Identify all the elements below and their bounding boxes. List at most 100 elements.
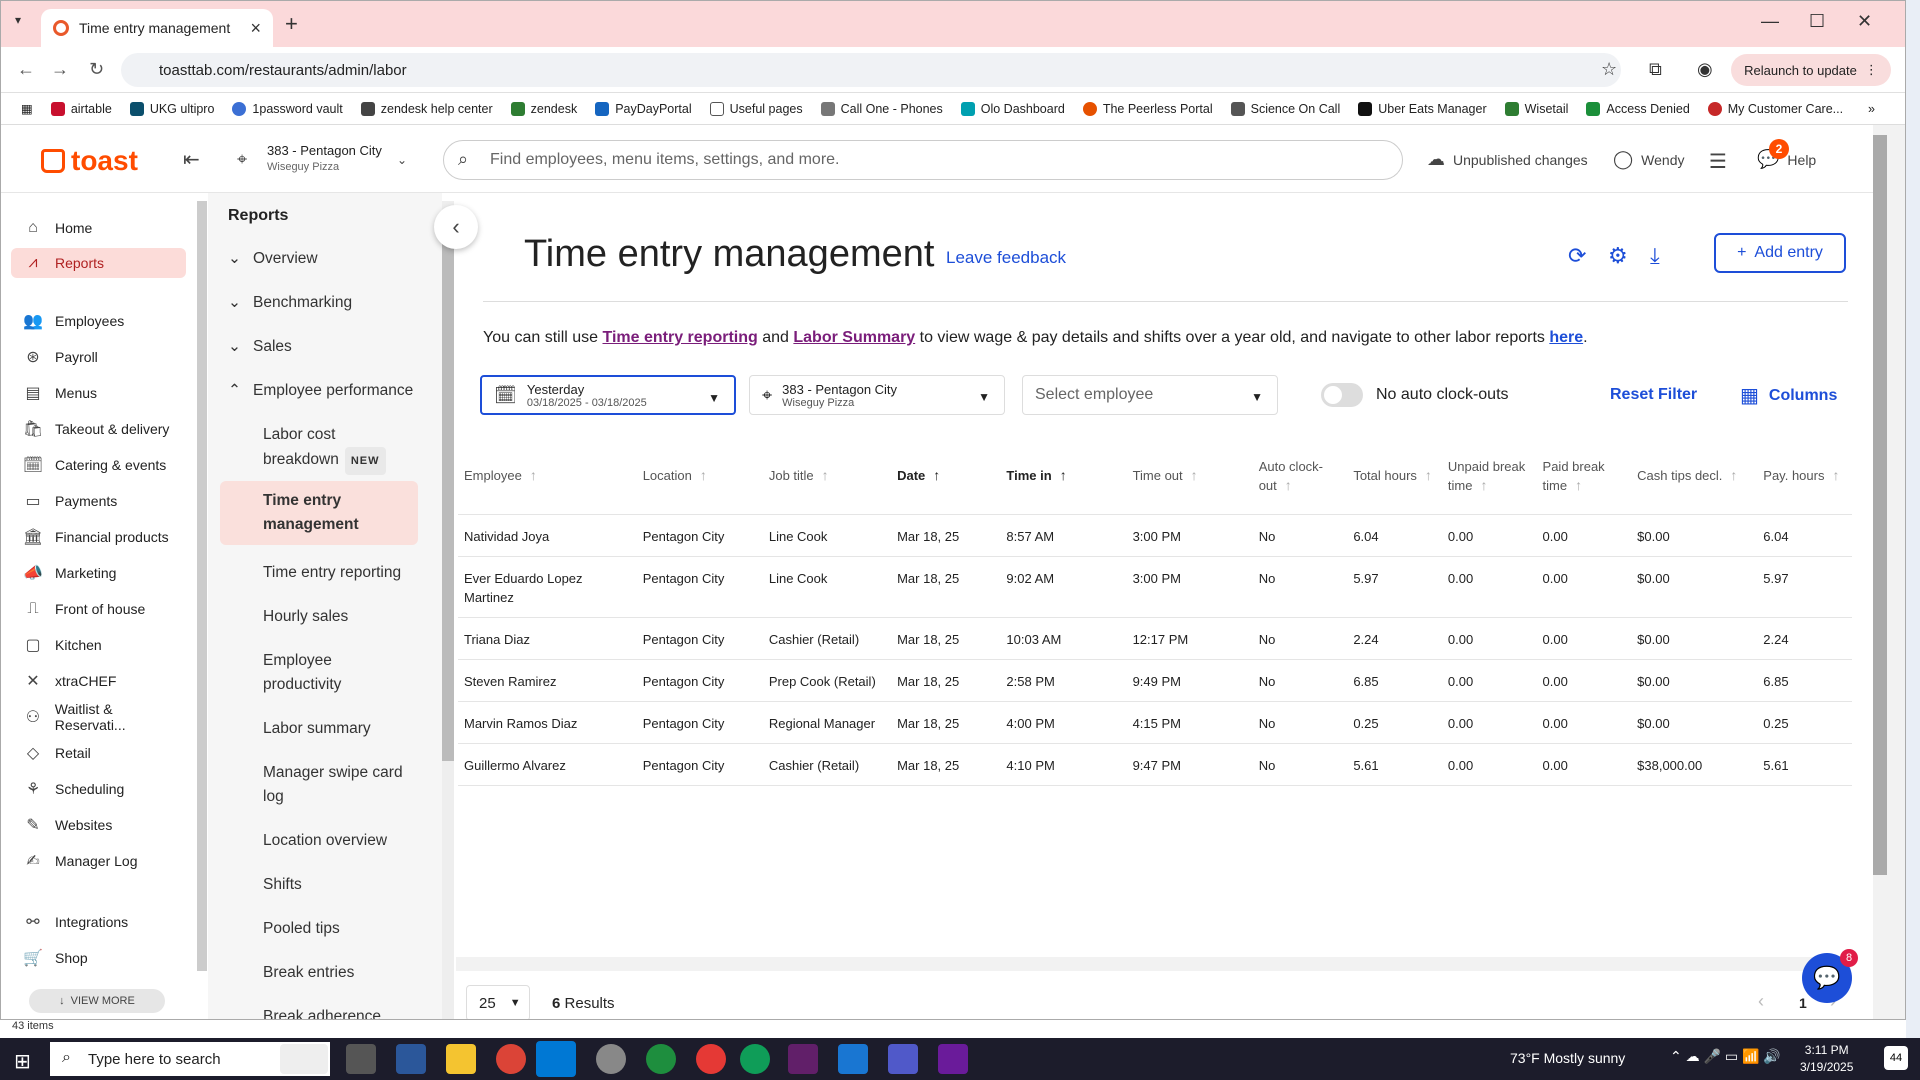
system-tray-icons[interactable]: ⌃ ☁ 🎤 ▭ 📶 🔊 (1670, 1048, 1781, 1065)
sidebar-item-marketing[interactable]: 📣 Marketing (11, 558, 186, 588)
column-header[interactable]: Unpaid break time ↑ (1442, 438, 1537, 514)
bookmark[interactable]: My Customer Care... (1707, 101, 1843, 116)
date-range-picker[interactable]: 🗓 Yesterday 03/18/2025 - 03/18/2025 ▼ (480, 375, 736, 415)
sort-arrow-icon[interactable]: ↑ (933, 467, 940, 483)
no-auto-clockouts-toggle[interactable] (1321, 383, 1363, 407)
column-header[interactable]: Time in ↑ (1000, 438, 1126, 514)
new-tab-icon[interactable]: + (285, 11, 298, 37)
apps-grid-icon[interactable]: ▦ (21, 101, 33, 116)
subnav-item-hourly-sales[interactable]: Hourly sales (263, 605, 413, 629)
sidebar-item-scheduling[interactable]: ⚘ Scheduling (11, 774, 186, 804)
subnav-group-employee-performance[interactable]: ⌃ Employee performance (228, 381, 413, 400)
subnav-item-break-entries[interactable]: Break entries (263, 961, 413, 985)
table-row[interactable]: Guillermo Alvarez Pentagon City Cashier (R… (458, 742, 1852, 786)
subnav-scroll-thumb[interactable] (442, 231, 454, 761)
weather-widget[interactable]: 73°F Mostly sunny (1510, 1050, 1625, 1066)
subnav-group-benchmarking[interactable]: ⌄ Benchmarking (228, 293, 352, 312)
bookmark[interactable]: 1password vault (232, 101, 343, 116)
column-header[interactable]: Total hours ↑ (1347, 438, 1442, 514)
column-header[interactable]: Cash tips decl. ↑ (1631, 438, 1757, 514)
bookmark[interactable]: Science On Call (1230, 101, 1340, 116)
app-blue-icon[interactable] (838, 1044, 868, 1074)
subnav-item-employee-productivity[interactable]: Employee productivity (263, 649, 413, 697)
outlook-icon[interactable] (536, 1041, 576, 1077)
page-number[interactable]: 1 (1799, 995, 1807, 1011)
table-row[interactable]: Triana Diaz Pentagon City Cashier (Retail)… (458, 616, 1852, 659)
maximize-icon[interactable]: ☐ (1809, 11, 1825, 32)
bookmark[interactable]: zendesk help center (360, 101, 493, 116)
bookmark[interactable]: Call One - Phones (820, 101, 943, 116)
sidebar-item-employees[interactable]: 👥 Employees (11, 306, 186, 336)
rows-per-page-select[interactable]: 25 ▼ (466, 985, 530, 1019)
reload-icon[interactable]: ↻ (89, 59, 104, 80)
bookmark[interactable]: Uber Eats Manager (1358, 101, 1487, 116)
sort-arrow-icon[interactable]: ↑ (530, 467, 537, 483)
collapse-menu-icon[interactable]: ⇤ (183, 147, 200, 172)
column-header[interactable]: Paid break time ↑ (1537, 438, 1632, 514)
sidebar-item-reports[interactable]: ⩘ Reports (11, 248, 186, 278)
sort-arrow-icon[interactable]: ↑ (1425, 467, 1432, 483)
sort-arrow-icon[interactable]: ↑ (1285, 477, 1292, 493)
chrome-icon[interactable] (496, 1044, 526, 1074)
refresh-icon[interactable]: ⟳ (1568, 243, 1586, 269)
sort-arrow-icon[interactable]: ↑ (1832, 467, 1839, 483)
columns-button[interactable]: ▦ Columns (1740, 383, 1837, 408)
url-field[interactable]: toasttab.com/restaurants/admin/labor (121, 53, 1621, 87)
sidebar-item-xtrachef[interactable]: ✕ xtraCHEF (11, 666, 186, 696)
close-tab-icon[interactable]: × (250, 18, 261, 39)
global-search-input[interactable]: ⌕ Find employees, menu items, settings, … (443, 140, 1403, 180)
sidebar-item-manager-log[interactable]: ✍ Manager Log (11, 846, 186, 876)
subnav-group-sales[interactable]: ⌄ Sales (228, 337, 292, 356)
sidebar-scroll-thumb[interactable] (197, 201, 207, 971)
sidebar-item-shop[interactable]: 🛒 Shop (11, 943, 186, 973)
column-header[interactable]: Pay. hours ↑ (1757, 438, 1852, 514)
file-explorer-icon[interactable] (446, 1044, 476, 1074)
sort-arrow-icon[interactable]: ↑ (822, 467, 829, 483)
page-scrollbar[interactable] (1873, 125, 1905, 1019)
bookmark[interactable]: Access Denied (1586, 101, 1690, 116)
sidebar-item-financial-products[interactable]: 🏛 Financial products (11, 522, 186, 552)
forward-icon[interactable]: → (51, 59, 69, 80)
sidebar-item-menus[interactable]: ▤ Menus (11, 378, 186, 408)
subnav-item-pooled-tips[interactable]: Pooled tips (263, 917, 413, 941)
subnav-item-time-entry-management[interactable]: Time entry management (220, 481, 418, 545)
table-row[interactable]: Natividad Joya Pentagon City Line Cook Mar … (458, 513, 1852, 556)
checklist-icon[interactable]: ☰ (1709, 149, 1727, 174)
subnav-item-labor-summary[interactable]: Labor summary (263, 717, 413, 741)
reset-filter-button[interactable]: Reset Filter (1610, 386, 1697, 404)
sort-arrow-icon[interactable]: ↑ (1191, 467, 1198, 483)
close-window-icon[interactable]: ✕ (1857, 11, 1872, 32)
table-row[interactable]: Marvin Ramos Diaz Pentagon City Regional M… (458, 700, 1852, 743)
sidebar-scrollbar[interactable] (197, 201, 207, 971)
extensions-icon[interactable]: ⧉ (1649, 59, 1662, 80)
sidebar-item-takeout[interactable]: 🛍 Takeout & delivery (11, 414, 186, 444)
profile-icon[interactable]: ◉ (1697, 59, 1713, 80)
subnav-item-shifts[interactable]: Shifts (263, 873, 413, 897)
download-icon[interactable]: ⤓ (1650, 243, 1660, 269)
employee-select[interactable]: Select employee ▼ (1022, 375, 1278, 415)
subnav-item-time-entry-reporting[interactable]: Time entry reporting (263, 561, 413, 585)
app-notify-icon[interactable] (696, 1044, 726, 1074)
sort-arrow-icon[interactable]: ↑ (1060, 467, 1067, 483)
chevron-down-icon[interactable]: ⌄ (397, 153, 407, 167)
add-entry-button[interactable]: + Add entry (1714, 233, 1846, 273)
sort-arrow-icon[interactable]: ↑ (1480, 477, 1487, 493)
subnav-item-break-adherence[interactable]: Break adherence (263, 1005, 413, 1019)
app-purple-icon[interactable] (938, 1044, 968, 1074)
subnav-scrollbar[interactable] (442, 201, 454, 1019)
sidebar-item-payroll[interactable]: ⊛ Payroll (11, 342, 186, 372)
taskbar-app-icon[interactable] (280, 1044, 328, 1074)
bookmark[interactable]: UKG ultipro (129, 101, 214, 116)
sidebar-item-front-of-house[interactable]: ⎍ Front of house (11, 594, 186, 624)
location-switcher[interactable]: 383 - Pentagon City Wiseguy Pizza (267, 143, 382, 175)
toast-logo[interactable]: toast (41, 145, 138, 177)
table-row[interactable]: Ever Eduardo Lopez Martinez Pentagon City… (458, 555, 1852, 617)
sidebar-item-catering[interactable]: 🗓 Catering & events (11, 450, 186, 480)
labor-summary-link[interactable]: Labor Summary (793, 329, 915, 346)
bookmark[interactable]: airtable (50, 101, 112, 116)
slack-icon[interactable] (788, 1044, 818, 1074)
view-more-button[interactable]: ↓ VIEW MORE (29, 989, 165, 1013)
sidebar-item-kitchen[interactable]: ▢ Kitchen (11, 630, 186, 660)
here-link[interactable]: here (1549, 329, 1583, 346)
leave-feedback-link[interactable]: Leave feedback (946, 248, 1066, 268)
